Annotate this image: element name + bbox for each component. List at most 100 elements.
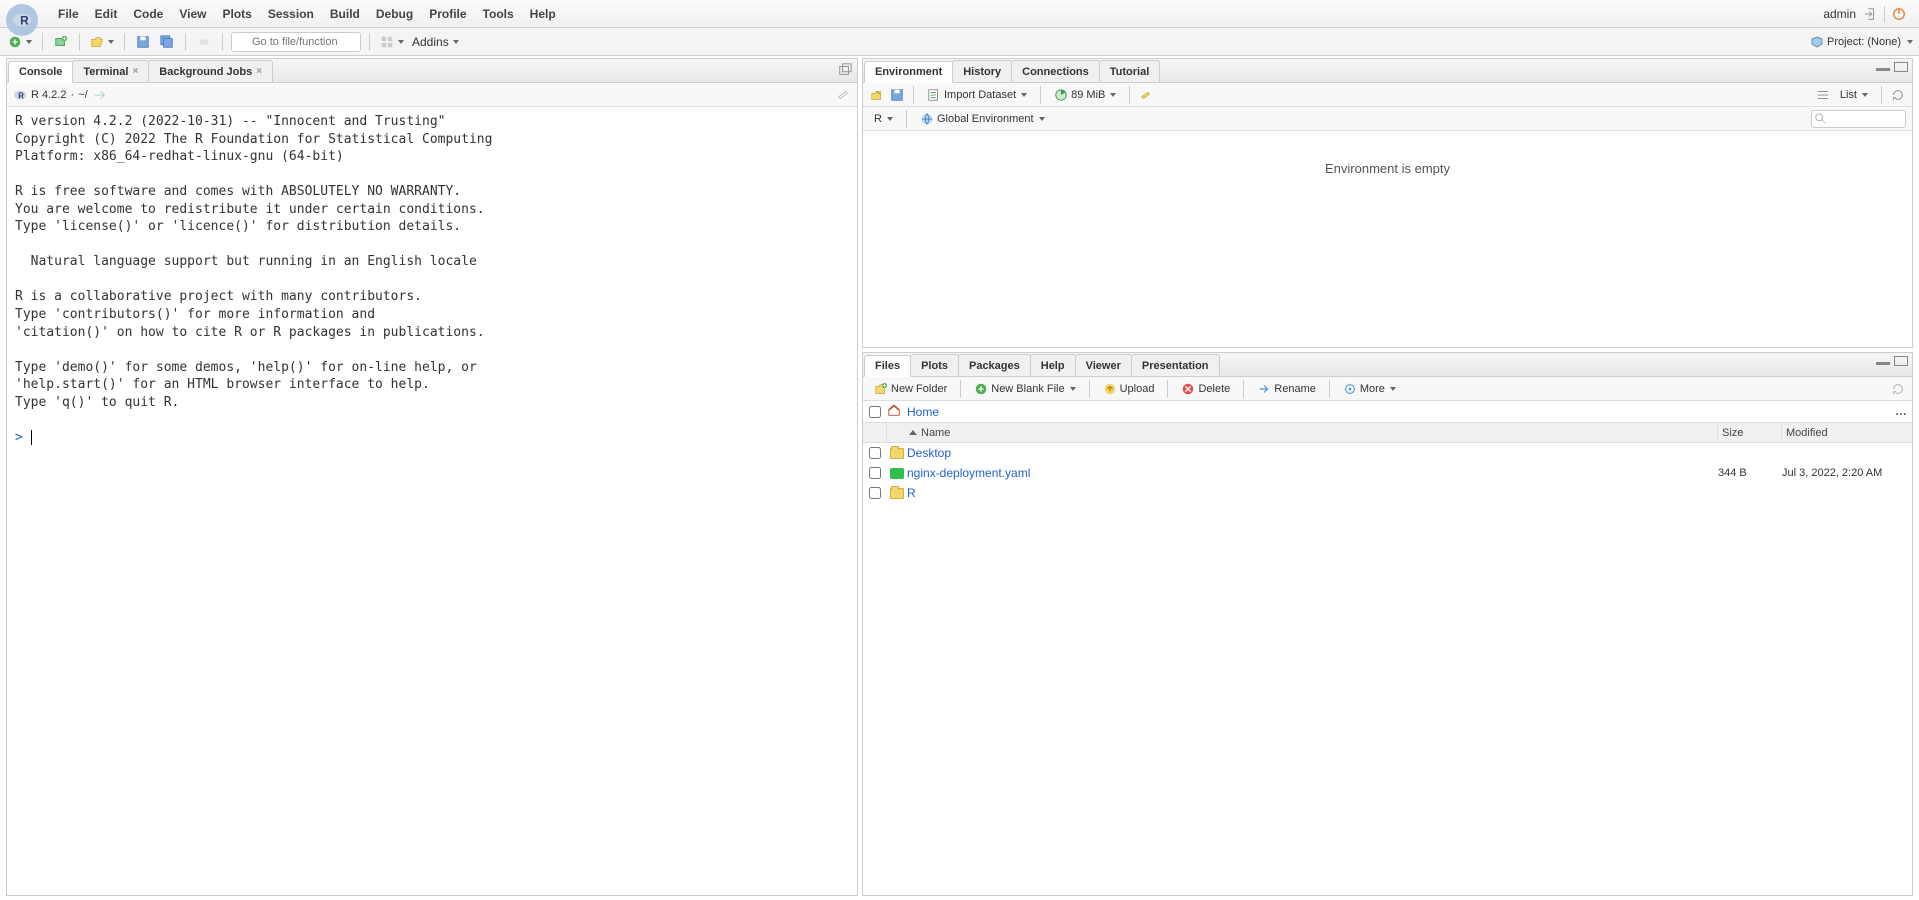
save-workspace-icon[interactable]: [889, 87, 905, 103]
col-size[interactable]: Size: [1718, 423, 1782, 442]
project-indicator[interactable]: Project: (None): [1811, 36, 1913, 48]
r-lang-icon: R: [13, 88, 27, 102]
env-view-mode[interactable]: List: [1835, 88, 1873, 102]
files-columns: Name Size Modified: [863, 423, 1912, 443]
refresh-env-icon[interactable]: [1890, 87, 1906, 103]
tab-history[interactable]: History: [952, 60, 1012, 82]
maximize-icon[interactable]: [1894, 356, 1908, 366]
minimize-icon[interactable]: [1876, 362, 1890, 365]
menu-session[interactable]: Session: [260, 3, 322, 25]
file-row[interactable]: Desktop: [863, 443, 1912, 463]
file-checkbox[interactable]: [869, 447, 881, 459]
close-icon[interactable]: ×: [256, 66, 262, 77]
svg-text:R: R: [18, 91, 24, 100]
load-workspace-icon[interactable]: [869, 87, 885, 103]
power-icon[interactable]: [1891, 6, 1907, 22]
import-dataset-button[interactable]: Import Dataset: [922, 87, 1032, 103]
sort-asc-icon: [909, 430, 917, 435]
file-checkbox[interactable]: [869, 467, 881, 479]
addins-button[interactable]: Addins: [410, 32, 461, 52]
close-icon[interactable]: ×: [132, 66, 138, 77]
user-label: admin: [1823, 7, 1856, 21]
tab-presentation[interactable]: Presentation: [1131, 354, 1220, 376]
breadcrumb-home[interactable]: Home: [907, 405, 939, 419]
home-icon[interactable]: [887, 403, 901, 420]
rstudio-logo: R: [6, 4, 38, 36]
goto-file-function[interactable]: [231, 32, 361, 52]
file-row[interactable]: R: [863, 483, 1912, 503]
r-version-label: R 4.2.2: [31, 89, 66, 101]
print-button[interactable]: [194, 32, 214, 52]
env-empty-message: Environment is empty: [863, 131, 1912, 347]
memory-usage-button[interactable]: 89 MiB: [1049, 87, 1121, 103]
save-button[interactable]: [133, 32, 153, 52]
main-toolbar: Addins Project: (None): [0, 28, 1919, 56]
upload-button[interactable]: Upload: [1098, 381, 1160, 397]
list-view-icon[interactable]: [1815, 87, 1831, 103]
tab-help[interactable]: Help: [1030, 354, 1076, 376]
col-name[interactable]: Name: [887, 423, 1718, 442]
delete-button[interactable]: Delete: [1176, 381, 1235, 397]
menu-code[interactable]: Code: [125, 3, 171, 25]
menu-plots[interactable]: Plots: [214, 3, 259, 25]
file-row[interactable]: nginx-deployment.yaml344 BJul 3, 2022, 2…: [863, 463, 1912, 483]
environment-pane: EnvironmentHistoryConnectionsTutorial Im…: [862, 58, 1913, 348]
pane-detach-icon[interactable]: [837, 62, 853, 78]
open-wd-icon[interactable]: [92, 87, 108, 103]
files-breadcrumb: Home …: [863, 401, 1912, 423]
goto-input[interactable]: [231, 32, 361, 52]
menu-items: FileEditCodeViewPlotsSessionBuildDebugPr…: [50, 3, 564, 25]
menu-file[interactable]: File: [50, 3, 87, 25]
more-button[interactable]: More: [1338, 381, 1401, 397]
grid-button[interactable]: [378, 32, 406, 52]
file-link[interactable]: nginx-deployment.yaml: [907, 466, 1030, 480]
tab-terminal[interactable]: Terminal×: [72, 60, 149, 82]
tab-environment[interactable]: Environment: [864, 61, 953, 83]
menu-debug[interactable]: Debug: [368, 3, 421, 25]
env-lang-select[interactable]: R: [869, 112, 898, 126]
console-pane: ConsoleTerminal×Background Jobs× R R 4.2…: [6, 58, 858, 896]
console-subtoolbar: R R 4.2.2 · ~/: [7, 83, 857, 107]
tab-console[interactable]: Console: [8, 61, 73, 83]
menu-view[interactable]: View: [171, 3, 214, 25]
env-search[interactable]: [1811, 110, 1906, 128]
menu-help[interactable]: Help: [522, 3, 564, 25]
tab-plots[interactable]: Plots: [910, 354, 959, 376]
new-folder-button[interactable]: New Folder: [869, 381, 952, 397]
save-all-button[interactable]: [157, 32, 177, 52]
clear-env-icon[interactable]: [1138, 87, 1154, 103]
new-blank-file-button[interactable]: New Blank File: [969, 381, 1080, 397]
file-link[interactable]: Desktop: [907, 446, 951, 460]
env-scope-select[interactable]: Global Environment: [915, 111, 1050, 127]
tab-packages[interactable]: Packages: [958, 354, 1031, 376]
menu-build[interactable]: Build: [322, 3, 368, 25]
env-tabstrip: EnvironmentHistoryConnectionsTutorial: [863, 59, 1912, 83]
clear-console-icon[interactable]: [835, 87, 851, 103]
yaml-file-icon: [890, 468, 904, 479]
tab-files[interactable]: Files: [864, 355, 911, 377]
signout-icon[interactable]: [1862, 6, 1878, 22]
files-pane: FilesPlotsPackagesHelpViewerPresentation…: [862, 352, 1913, 896]
file-list: Desktop nginx-deployment.yaml344 BJul 3, …: [863, 443, 1912, 895]
tab-background-jobs[interactable]: Background Jobs×: [148, 60, 273, 82]
refresh-files-icon[interactable]: [1890, 381, 1906, 397]
file-link[interactable]: R: [907, 486, 916, 500]
tab-viewer[interactable]: Viewer: [1075, 354, 1132, 376]
file-checkbox[interactable]: [869, 487, 881, 499]
new-project-button[interactable]: [51, 32, 71, 52]
tab-tutorial[interactable]: Tutorial: [1099, 60, 1161, 82]
console-output[interactable]: R version 4.2.2 (2022-10-31) -- "Innocen…: [7, 107, 857, 895]
rename-button[interactable]: Rename: [1252, 381, 1321, 397]
menu-edit[interactable]: Edit: [87, 3, 126, 25]
menu-profile[interactable]: Profile: [421, 3, 474, 25]
open-file-button[interactable]: [88, 32, 116, 52]
col-modified[interactable]: Modified: [1782, 423, 1912, 442]
tab-connections[interactable]: Connections: [1011, 60, 1100, 82]
menu-tools[interactable]: Tools: [475, 3, 522, 25]
env-toolbar: Import Dataset 89 MiB List: [863, 83, 1912, 107]
minimize-icon[interactable]: [1876, 68, 1890, 71]
select-all-checkbox[interactable]: [869, 406, 881, 418]
working-dir-label: ~/: [78, 89, 87, 101]
path-more-icon[interactable]: …: [1895, 404, 1908, 418]
maximize-icon[interactable]: [1894, 62, 1908, 72]
